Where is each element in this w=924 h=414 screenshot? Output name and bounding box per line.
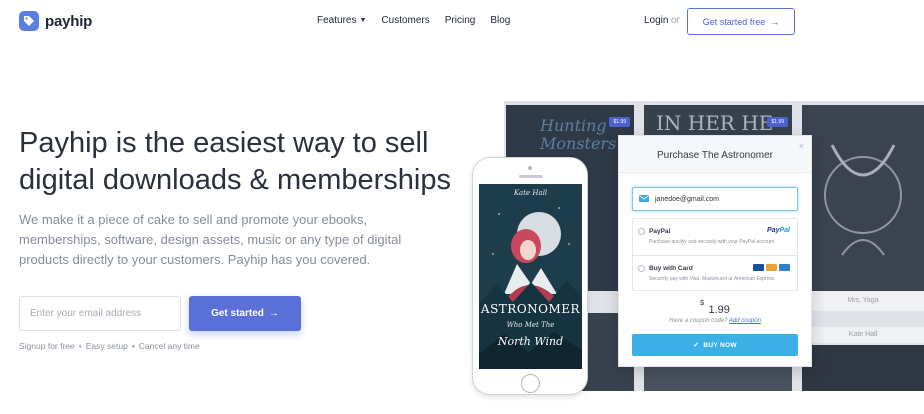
card-brand-icons [751, 264, 790, 271]
paypal-logo-a: Pay [767, 227, 780, 234]
check-icon: ✓ [693, 342, 700, 349]
book-cover-astronomer: Kate Hall ASTRONOMER Who Met The North W… [479, 184, 582, 369]
book-caption: Kate Hall [802, 327, 924, 343]
get-started-free-button[interactable]: Get started free → [687, 8, 795, 35]
paypal-label: PayPal [649, 228, 671, 235]
get-started-free-label: Get started free [702, 16, 766, 27]
checkout-email-field[interactable]: janedoe@gmail.com [632, 187, 798, 211]
phone-home-button [521, 374, 540, 393]
perk-separator: • [78, 341, 82, 351]
add-coupon-link[interactable]: Add coupon [729, 318, 761, 324]
cover-author: Kate Hall [513, 189, 548, 197]
payhip-logo[interactable]: payhip [19, 11, 92, 31]
price-badge: $1.99 [609, 117, 630, 127]
main-nav: Features ▼ Customers Pricing Blog [317, 15, 525, 26]
paypal-radio[interactable] [638, 228, 645, 235]
tag-icon [19, 11, 39, 31]
chevron-down-icon: ▼ [359, 17, 367, 24]
payment-options: PayPal Purchase quickly and securely wit… [632, 218, 798, 291]
site-header: payhip Features ▼ Customers Pricing Blog… [0, 0, 924, 42]
paypal-logo-icon: PayPal [767, 227, 790, 234]
payment-option-paypal[interactable]: PayPal Purchase quickly and securely wit… [633, 219, 797, 255]
nav-blog-label: Blog [490, 15, 511, 26]
modal-header: Purchase The Astronomer × [619, 136, 811, 173]
get-started-button[interactable]: Get started → [189, 296, 301, 331]
price-currency: $ [700, 300, 705, 307]
product-price: $ 1.99 [619, 300, 811, 318]
arrow-right-icon: → [268, 308, 279, 319]
visa-icon [753, 264, 764, 271]
nav-pricing-label: Pricing [444, 15, 476, 26]
book-cover-script: IN HER HE [656, 111, 774, 135]
amex-icon [779, 264, 790, 271]
price-badge: $1.99 [767, 117, 788, 127]
cover-title: ASTRONOMER [480, 302, 581, 316]
card-radio[interactable] [638, 265, 645, 272]
or-separator: or [671, 15, 680, 26]
card-label: Buy with Card [649, 265, 693, 272]
payment-option-card[interactable]: Buy with Card Securely pay with Visa, Ma… [633, 255, 797, 291]
email-input[interactable] [19, 296, 181, 331]
mastercard-icon [766, 264, 777, 271]
purchase-modal: Purchase The Astronomer × janedoe@gmail.… [618, 135, 812, 367]
paypal-description: Purchase quickly and securely with your … [649, 239, 775, 245]
perks-list: Signup for free • Easy setup • Cancel an… [19, 341, 200, 351]
phone-camera [528, 166, 532, 170]
perk-item: Signup for free [19, 341, 75, 351]
coupon-prompt: Have a coupon code? Add coupon [619, 318, 811, 324]
book-cover [802, 105, 924, 291]
book-cover-script: Hunting Monsters [540, 116, 617, 153]
get-started-label: Get started [211, 308, 264, 319]
hero-title-line2: digital downloads & memberships [19, 164, 451, 196]
perk-item: Easy setup [85, 341, 128, 351]
buy-now-button[interactable]: ✓ BUY NOW [632, 334, 798, 356]
phone-mockup: Kate Hall ASTRONOMER Who Met The North W… [472, 157, 588, 395]
price-amount: 1.99 [708, 304, 730, 316]
hero-title: Payhip is the easiest way to sell digita… [19, 125, 459, 199]
nav-features-label: Features [317, 15, 357, 26]
cover-subtitle-2: North Wind [497, 335, 564, 348]
mail-icon [639, 194, 649, 204]
buy-now-label: BUY NOW [703, 341, 737, 349]
nav-customers[interactable]: Customers [381, 15, 429, 26]
nav-blog[interactable]: Blog [490, 15, 510, 26]
modal-title: Purchase The Astronomer [657, 150, 773, 161]
nav-customers-label: Customers [381, 15, 430, 26]
book-caption: Mrs. Yaga [802, 291, 924, 311]
brand-name: payhip [45, 12, 93, 30]
checkout-email-value: janedoe@gmail.com [655, 195, 719, 203]
hero-subtitle: We make it a piece of cake to sell and p… [19, 212, 402, 267]
perk-separator: • [131, 341, 135, 351]
login-link[interactable]: Login [644, 15, 668, 26]
arrow-right-icon: → [770, 16, 780, 27]
coupon-text: Have a coupon code? [669, 318, 728, 324]
nav-pricing[interactable]: Pricing [445, 15, 476, 26]
nav-features[interactable]: Features ▼ [317, 15, 366, 26]
card-description: Securely pay with Visa, Mastercard or Am… [649, 276, 775, 282]
phone-speaker [519, 175, 543, 178]
cover-subtitle: Who Met The [506, 321, 555, 329]
close-icon[interactable]: × [799, 141, 804, 151]
perk-item: Cancel any time [138, 341, 200, 351]
paypal-logo-b: Pal [779, 227, 790, 234]
book-cover [802, 345, 924, 391]
hero-title-line1: Payhip is the easiest way to sell [19, 127, 429, 159]
antlers-illustration [824, 144, 902, 256]
